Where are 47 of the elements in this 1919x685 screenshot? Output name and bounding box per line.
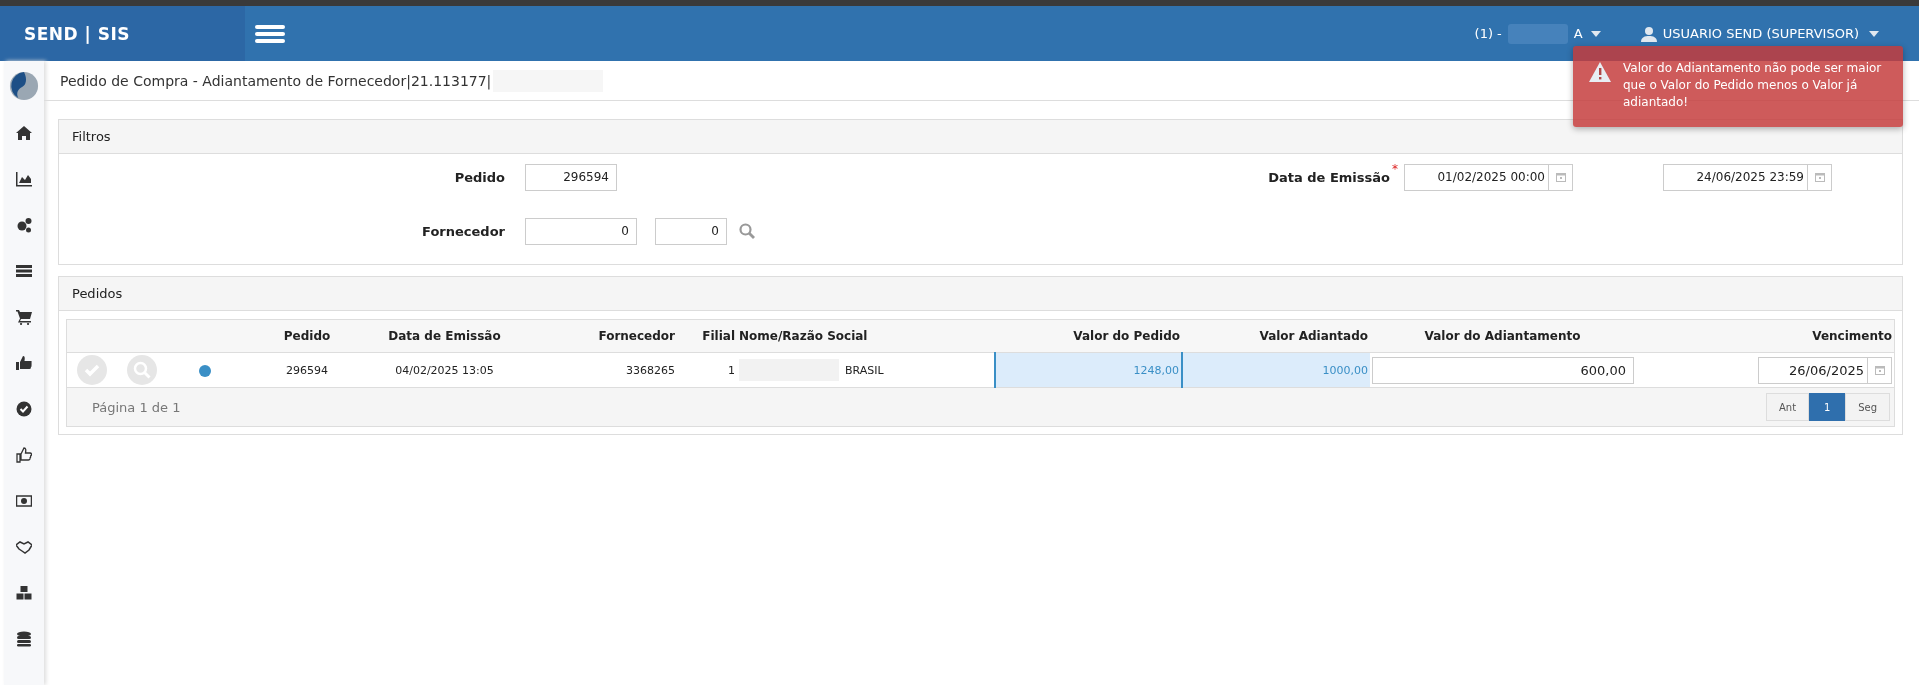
thumbs-up-icon[interactable] bbox=[16, 355, 32, 371]
user-menu[interactable]: USUARIO SEND (SUPERVISOR) bbox=[1662, 26, 1859, 41]
warning-icon bbox=[1589, 62, 1611, 82]
date-field[interactable]: 26/06/2025 bbox=[1758, 356, 1868, 384]
previous-button[interactable]: Ant bbox=[1766, 393, 1810, 421]
caret-icon[interactable] bbox=[1590, 30, 1601, 37]
company-label: A bbox=[1573, 26, 1583, 41]
input-field[interactable]: 0 bbox=[655, 217, 727, 245]
next-button[interactable]: Seg bbox=[1845, 393, 1890, 421]
input-field[interactable]: 600,00 bbox=[1372, 356, 1634, 384]
check-circle-icon[interactable] bbox=[16, 401, 32, 417]
date-field[interactable]: 01/02/2025 00:00 bbox=[1404, 163, 1549, 191]
input-field[interactable]: 0 bbox=[525, 217, 637, 245]
table-cell: 296594 bbox=[242, 352, 372, 388]
table-cell: 04/02/2025 13:05 bbox=[372, 352, 517, 388]
like-icon[interactable] bbox=[16, 447, 32, 463]
list-icon[interactable] bbox=[16, 263, 32, 279]
money-icon[interactable] bbox=[16, 493, 32, 509]
toast-message: Valor do Adiantamento não pode ser maior que o Valor do Pedido menos o Valor já adiantado! bbox=[1623, 60, 1883, 111]
table-cell: 1000,00 bbox=[1182, 352, 1370, 388]
chart-icon[interactable] bbox=[16, 171, 32, 187]
page-button[interactable]: 1 bbox=[1809, 393, 1846, 421]
search-icon[interactable] bbox=[739, 223, 755, 239]
panel-title: Filtros bbox=[72, 129, 111, 144]
home-icon[interactable] bbox=[16, 125, 32, 141]
page-title: Pedido de Compra - Adiantamento de Fornecedor|21.113177| bbox=[60, 72, 492, 89]
required-mark: * bbox=[1392, 162, 1398, 176]
panel-title: Pedidos bbox=[72, 286, 123, 301]
menu-icon[interactable] bbox=[255, 23, 285, 44]
table-cell: 1248,00 bbox=[995, 352, 1182, 388]
cubes-icon[interactable] bbox=[16, 585, 32, 601]
input-field[interactable]: 296594 bbox=[525, 163, 617, 191]
company-label: (1) - bbox=[1474, 26, 1502, 41]
table-cell: 3368265 bbox=[517, 352, 677, 388]
brand-logo[interactable]: SEND | SIS bbox=[24, 23, 131, 44]
user-icon[interactable] bbox=[1640, 25, 1657, 42]
table-cell: 1 bbox=[677, 352, 737, 388]
database-icon[interactable] bbox=[16, 631, 32, 647]
cart-icon[interactable] bbox=[16, 309, 32, 325]
date-field[interactable]: 24/06/2025 23:59 bbox=[1663, 163, 1808, 191]
page-info: Página 1 de 1 bbox=[92, 399, 181, 415]
field-label: Pedido bbox=[453, 169, 505, 185]
table-cell: BRASIL bbox=[845, 363, 884, 377]
field-label: Data de Emissão bbox=[1268, 169, 1390, 185]
field-label: Fornecedor bbox=[421, 223, 505, 239]
caret-icon[interactable] bbox=[1869, 30, 1879, 37]
logo-icon[interactable] bbox=[9, 71, 39, 101]
